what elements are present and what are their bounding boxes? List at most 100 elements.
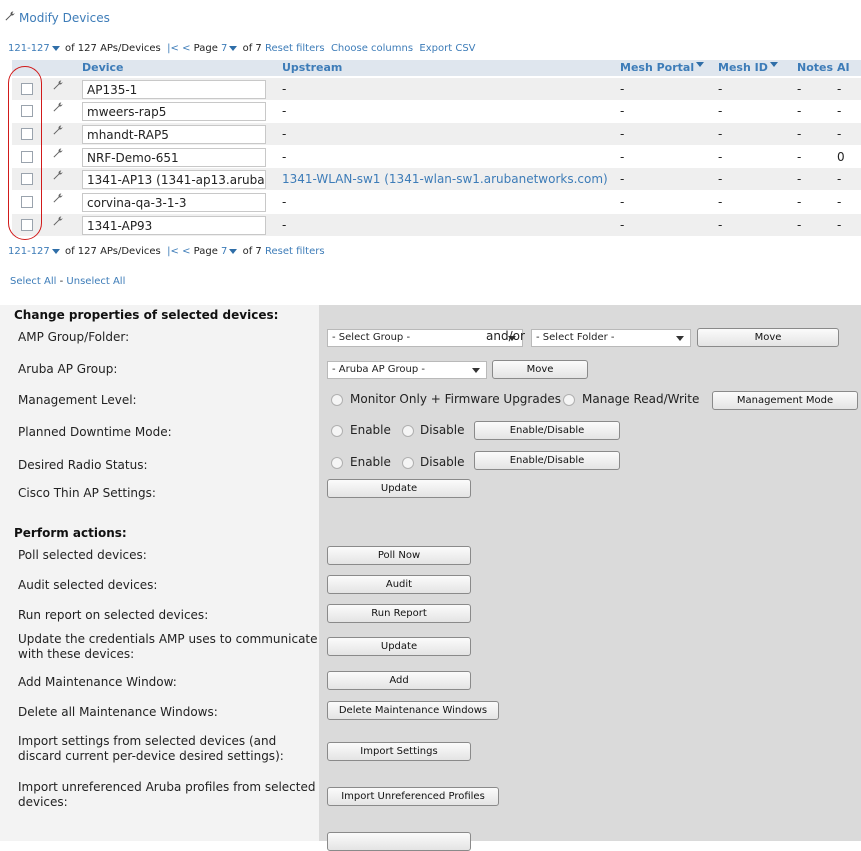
filter-icon[interactable]: [696, 62, 705, 67]
table-row: mweers-rap5 - - - - -: [12, 100, 861, 122]
import-settings-label: Import settings from selected devices (a…: [18, 734, 284, 763]
page-number-link[interactable]: 7: [221, 43, 227, 54]
folder-select[interactable]: - Select Folder -: [531, 329, 691, 347]
select-all-link[interactable]: Select All: [10, 276, 56, 287]
radio-status-disable-label: Disable: [420, 455, 465, 469]
range-dropdown-icon[interactable]: [51, 248, 60, 254]
col-mesh-id[interactable]: Mesh ID: [718, 61, 778, 74]
range-dropdown-icon[interactable]: [51, 45, 60, 51]
radio-monitor-only[interactable]: [331, 394, 343, 406]
radio-status-enable-label: Enable: [350, 455, 391, 469]
mesh-portal-cell: -: [620, 195, 625, 209]
count-text: of 127 APs/Devices: [64, 43, 161, 54]
first-page-link[interactable]: |<: [167, 43, 179, 54]
device-name-field[interactable]: mweers-rap5: [82, 102, 266, 121]
move-folder-button[interactable]: Move: [697, 328, 839, 347]
radio-status-disable[interactable]: [402, 457, 414, 469]
col-device[interactable]: Device: [82, 61, 124, 74]
radio-status-enable[interactable]: [331, 457, 343, 469]
device-name-field[interactable]: 1341-AP13 (1341-ap13.arubar: [82, 170, 266, 189]
page-total: of 7: [242, 246, 262, 257]
wrench-icon[interactable]: [52, 215, 64, 227]
run-report-button[interactable]: Run Report: [327, 604, 471, 623]
mesh-portal-cell: -: [620, 172, 625, 186]
cut-off-button[interactable]: [327, 832, 471, 851]
aruba-group-label: Aruba AP Group:: [18, 362, 118, 376]
range-link[interactable]: 121-127: [8, 246, 50, 257]
wrench-icon[interactable]: [52, 101, 64, 113]
device-name-field[interactable]: AP135-1: [82, 80, 266, 99]
cisco-thin-ap-label: Cisco Thin AP Settings:: [18, 486, 156, 500]
mesh-portal-cell: -: [620, 104, 625, 118]
prev-page-link[interactable]: <: [182, 43, 190, 54]
col-mesh-portal[interactable]: Mesh Portal: [620, 61, 705, 74]
prev-page-link[interactable]: <: [182, 246, 190, 257]
upstream-cell: -: [282, 195, 287, 209]
radio-status-label: Desired Radio Status:: [18, 458, 148, 472]
radio-enable-disable-button[interactable]: Enable/Disable: [474, 451, 620, 470]
import-settings-button[interactable]: Import Settings: [327, 742, 471, 761]
first-page-link[interactable]: |<: [167, 246, 179, 257]
range-link[interactable]: 121-127: [8, 43, 50, 54]
mesh-id-cell: -: [718, 218, 723, 232]
page-label: Page: [193, 246, 218, 257]
audit-button[interactable]: Audit: [327, 575, 471, 594]
management-level-label: Management Level:: [18, 393, 137, 407]
amp-group-label: AMP Group/Folder:: [18, 330, 130, 344]
reset-filters-link[interactable]: Reset filters: [265, 43, 325, 54]
wrench-icon[interactable]: [52, 192, 64, 204]
wrench-icon[interactable]: [52, 169, 64, 181]
upstream-cell: -: [282, 218, 287, 232]
device-name-field[interactable]: 1341-AP93: [82, 216, 266, 235]
cisco-update-button[interactable]: Update: [327, 479, 471, 498]
filter-icon[interactable]: [769, 62, 778, 67]
device-name-field[interactable]: corvina-qa-3-1-3: [82, 193, 266, 212]
poll-now-button[interactable]: Poll Now: [327, 546, 471, 565]
management-mode-button[interactable]: Management Mode: [712, 391, 858, 410]
mesh-id-cell: -: [718, 82, 723, 96]
mesh-portal-cell: -: [620, 127, 625, 141]
col-ai[interactable]: AI: [837, 61, 850, 74]
table-header: Device Upstream Mesh Portal Mesh ID Note…: [12, 60, 861, 76]
reset-filters-link[interactable]: Reset filters: [265, 246, 325, 257]
page-number-link[interactable]: 7: [221, 246, 227, 257]
radio-downtime-disable[interactable]: [402, 425, 414, 437]
aruba-group-select[interactable]: - Aruba AP Group -: [327, 361, 487, 379]
wrench-icon[interactable]: [52, 79, 64, 91]
modify-devices-link[interactable]: Modify Devices: [4, 10, 110, 25]
wrench-icon[interactable]: [52, 124, 64, 136]
unselect-all-link[interactable]: Unselect All: [66, 276, 125, 287]
ai-cell: -: [837, 195, 842, 209]
import-unreferenced-label: Import unreferenced Aruba profiles from …: [18, 780, 316, 809]
table-row: corvina-qa-3-1-3 - - - - -: [12, 191, 861, 213]
device-name-field[interactable]: NRF-Demo-651: [82, 148, 266, 167]
wrench-icon[interactable]: [52, 147, 64, 159]
choose-columns-link[interactable]: Choose columns: [331, 43, 413, 54]
add-maintenance-button[interactable]: Add: [327, 671, 471, 690]
page-dropdown-icon[interactable]: [229, 45, 238, 51]
andor-text: and/or: [486, 329, 525, 343]
delete-maintenance-label: Delete all Maintenance Windows:: [18, 705, 218, 719]
credentials-update-button[interactable]: Update: [327, 637, 471, 656]
perform-actions-heading: Perform actions:: [14, 526, 127, 540]
page-dropdown-icon[interactable]: [229, 248, 238, 254]
audit-label: Audit selected devices:: [18, 578, 158, 592]
radio-downtime-enable[interactable]: [331, 425, 343, 437]
upstream-cell: -: [282, 104, 287, 118]
delete-maintenance-button[interactable]: Delete Maintenance Windows: [327, 701, 499, 720]
import-unreferenced-button[interactable]: Import Unreferenced Profiles: [327, 787, 499, 806]
ai-cell: -: [837, 127, 842, 141]
ai-cell: -: [837, 218, 842, 232]
radio-manage-read-write[interactable]: [563, 394, 575, 406]
export-csv-link[interactable]: Export CSV: [419, 43, 475, 54]
notes-cell: -: [797, 150, 802, 164]
col-upstream[interactable]: Upstream: [282, 61, 342, 74]
upstream-cell[interactable]: 1341-WLAN-sw1 (1341-wlan-sw1.arubanetwor…: [282, 172, 608, 186]
table-row: mhandt-RAP5 - - - - -: [12, 123, 861, 145]
col-notes[interactable]: Notes: [797, 61, 833, 74]
downtime-enable-disable-button[interactable]: Enable/Disable: [474, 421, 620, 440]
notes-cell: -: [797, 195, 802, 209]
page-label: Page: [193, 43, 218, 54]
device-name-field[interactable]: mhandt-RAP5: [82, 125, 266, 144]
move-aruba-group-button[interactable]: Move: [492, 360, 588, 379]
